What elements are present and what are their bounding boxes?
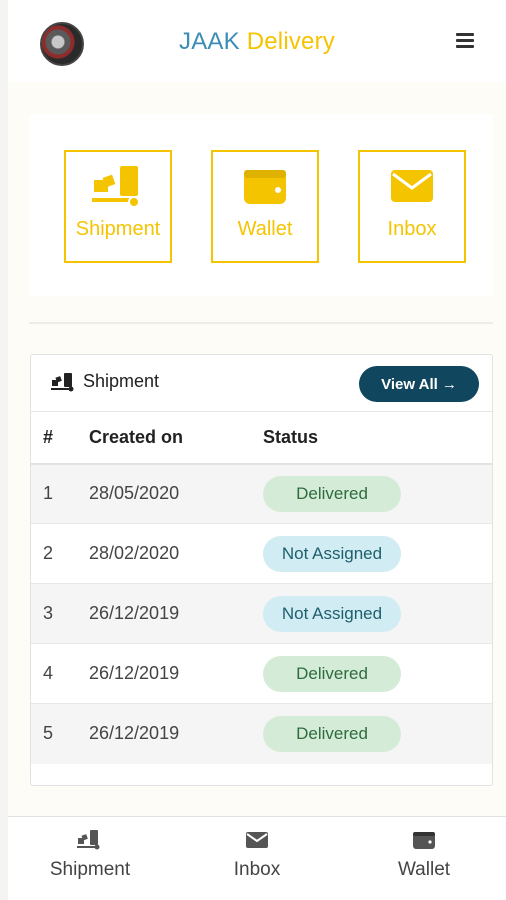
row-number: 2 [31, 523, 89, 584]
card-header: Shipment View All → [31, 355, 492, 411]
shipment-card: Shipment View All → # Created on Status … [30, 354, 493, 786]
row-number: 4 [31, 643, 89, 704]
envelope-icon [389, 164, 435, 208]
table-row[interactable]: 4 26/12/2019 Delivered [31, 643, 492, 704]
tile-label: Wallet [237, 218, 293, 240]
table-row[interactable]: 3 26/12/2019 Not Assigned [31, 583, 492, 644]
view-all-button[interactable]: View All → [359, 366, 479, 402]
status-badge: Delivered [263, 715, 401, 752]
row-created-date: 26/12/2019 [89, 703, 263, 764]
brand-name-part2: Delivery [246, 28, 335, 55]
tile-wallet[interactable]: Wallet [211, 150, 319, 263]
quick-actions-card: Shipment Wallet Inbox [29, 114, 493, 296]
brand-title: JAAK Delivery [8, 28, 506, 56]
column-header-created: Created on [89, 411, 263, 465]
hamburger-icon[interactable] [456, 33, 474, 49]
row-created-date: 26/12/2019 [89, 643, 263, 704]
table-row[interactable]: 5 26/12/2019 Delivered [31, 703, 492, 764]
status-badge: Not Assigned [263, 595, 401, 632]
top-header: JAAK Delivery [8, 0, 506, 82]
truck-icon [51, 372, 77, 392]
arrow-right-icon: → [441, 375, 457, 393]
table-row[interactable]: 1 28/05/2020 Delivered [31, 463, 492, 524]
status-badge: Delivered [263, 475, 401, 512]
row-status-cell: Not Assigned [263, 523, 492, 584]
row-status-cell: Delivered [263, 703, 492, 764]
row-number: 3 [31, 583, 89, 644]
table-header-row: # Created on Status [31, 411, 492, 465]
row-number: 5 [31, 703, 89, 764]
nav-label: Inbox [233, 859, 281, 880]
wallet-icon [354, 827, 494, 853]
wallet-icon [242, 164, 288, 208]
truck-icon [20, 827, 160, 853]
nav-label: Wallet [397, 859, 451, 880]
status-badge: Delivered [263, 655, 401, 692]
bottom-navigation: Shipment Inbox Wallet [8, 816, 506, 900]
row-number: 1 [31, 463, 89, 524]
nav-label: Shipment [49, 859, 131, 880]
row-status-cell: Delivered [263, 643, 492, 704]
card-title: Shipment [51, 371, 159, 392]
nav-item-wallet[interactable]: Wallet [354, 827, 494, 881]
shipment-table: # Created on Status 1 28/05/2020 Deliver… [31, 411, 492, 764]
column-header-number: # [31, 411, 89, 465]
column-header-status: Status [263, 411, 492, 465]
table-row[interactable]: 2 28/02/2020 Not Assigned [31, 523, 492, 584]
section-divider [29, 322, 493, 324]
tile-inbox[interactable]: Inbox [358, 150, 466, 263]
tile-shipment[interactable]: Shipment [64, 150, 172, 263]
view-all-label: View All [381, 375, 438, 393]
row-created-date: 28/05/2020 [89, 463, 263, 524]
row-created-date: 28/02/2020 [89, 523, 263, 584]
status-badge: Not Assigned [263, 535, 401, 572]
card-title-text: Shipment [83, 371, 160, 391]
app-screen: JAAK Delivery Shipment Wallet Inbox Ship… [8, 0, 506, 900]
nav-item-shipment[interactable]: Shipment [20, 827, 160, 881]
row-status-cell: Delivered [263, 463, 492, 524]
brand-name-part1: JAAK [179, 28, 240, 55]
row-created-date: 26/12/2019 [89, 583, 263, 644]
tile-label: Shipment [75, 218, 161, 240]
envelope-icon [187, 827, 327, 853]
nav-item-inbox[interactable]: Inbox [187, 827, 327, 881]
row-status-cell: Not Assigned [263, 583, 492, 644]
tile-label: Inbox [387, 218, 437, 240]
truck-icon [90, 164, 146, 208]
